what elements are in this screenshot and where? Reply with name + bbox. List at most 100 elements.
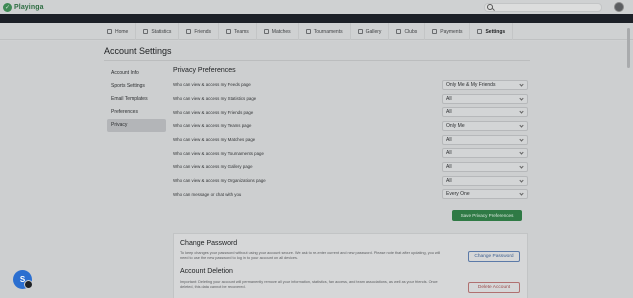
privacy-title: Privacy Preferences [173,67,236,74]
change-password-title: Change Password [180,240,238,247]
nav-item-label: Gallery [365,28,382,35]
privacy-row: Who can message or chat with you Every On… [173,188,528,202]
privacy-row-label: Who can view & access my Gallery page [173,164,253,170]
privacy-select-value: Only Me [446,122,465,129]
privacy-select[interactable]: All [442,175,528,186]
privacy-row-label: Who can view & access my Feeds page [173,82,251,88]
gallery-icon [357,29,363,34]
nav-item-label: Clubs [404,28,418,35]
delete-account-button[interactable]: Delete Account [468,282,520,293]
privacy-row-label: Who can message or chat with you [173,191,242,197]
chat-badge-icon [24,280,33,289]
home-icon [107,29,112,34]
privacy-select-value: All [446,163,452,170]
nav-item-label: Payments [440,28,463,35]
page-title: Account Settings [104,46,172,56]
nav-item-label: Settings [485,28,506,35]
sidebar-item-sports-settings[interactable]: Sports Settings [107,80,166,93]
privacy-row-label: Who can view & access my Matches page [173,137,256,143]
sidebar-item-privacy[interactable]: Privacy [107,119,166,132]
chevron-down-icon [519,150,524,155]
search-input[interactable] [484,3,602,12]
privacy-select-value: All [446,95,452,102]
nav-item-label: Friends [194,28,212,35]
sidebar-item-preferences[interactable]: Preferences [107,106,166,119]
account-deletion-title: Account Deletion [180,268,233,275]
main-nav: Home Statistics Friends Teams Matches Tournam… [0,23,633,40]
chevron-down-icon [519,164,524,169]
privacy-select-value: All [446,150,452,157]
privacy-preferences-section: Privacy Preferences Who can view & acces… [173,67,528,201]
privacy-select[interactable]: All [442,93,528,104]
save-privacy-button[interactable]: Save Privacy Preferences [452,210,522,221]
nav-item-gallery[interactable]: Gallery [351,23,390,40]
privacy-row: Who can view & access my Friends page All [173,105,528,119]
nav-item-settings[interactable]: Settings [470,23,514,40]
privacy-row-label: Who can view & access my Teams page [173,123,252,129]
nav-item-label: Home [115,28,129,35]
privacy-row-label: Who can view & access my Tournaments pag… [173,150,264,156]
nav-item-label: Tournaments [313,28,343,35]
sidebar-item-account-info[interactable]: Account Info [107,67,166,80]
nav-item-matches[interactable]: Matches [257,23,299,40]
privacy-select[interactable]: Every One [442,189,528,200]
nav-item-label: Matches [271,28,291,35]
privacy-select-value: All [446,177,452,184]
clubs-icon [396,29,402,34]
trophy-icon [305,29,311,34]
chevron-down-icon [519,178,524,183]
nav-item-label: Statistics [151,28,172,35]
settings-sidebar: Account Info Sports Settings Email Templat… [107,67,166,132]
nav-item-clubs[interactable]: Clubs [389,23,426,40]
main-content: Account Settings Account Info Sports Sett… [0,41,633,298]
chevron-down-icon [519,95,524,101]
change-password-button[interactable]: Change Password [468,251,520,262]
nav-item-statistics[interactable]: Statistics [136,23,180,40]
chart-icon [143,29,149,34]
scrollbar[interactable] [627,28,630,68]
nav-item-home[interactable]: Home [100,23,137,40]
nav-item-friends[interactable]: Friends [179,23,220,40]
teams-icon [226,29,232,34]
account-deletion-description: Important: Deleting your account will pe… [180,280,438,289]
nav-item-payments[interactable]: Payments [425,23,471,40]
privacy-select[interactable]: All [442,107,528,118]
privacy-row-label: Who can view & access my Friends page [173,109,254,115]
privacy-select-value: All [446,109,452,116]
privacy-select-value: All [446,136,452,143]
privacy-row: Who can view & access my Gallery page All [173,160,528,174]
chevron-down-icon [519,109,524,114]
avatar[interactable] [614,2,624,12]
privacy-row: Who can view & access my Teams page Only … [173,119,528,133]
logo-mark-icon: ✓ [3,2,12,12]
privacy-select[interactable]: Only Me & My Friends [442,79,528,90]
matches-icon [263,29,269,34]
nav-item-tournaments[interactable]: Tournaments [299,23,351,40]
privacy-select-value: Only Me & My Friends [446,81,496,88]
dark-banner [0,14,633,23]
chevron-down-icon [519,82,524,87]
friends-icon [186,29,192,34]
privacy-select[interactable]: All [442,161,528,172]
logo-text: Playinga [14,3,44,11]
privacy-select[interactable]: All [442,134,528,145]
privacy-row: Who can view & access my Tournaments pag… [173,146,528,160]
nav-item-teams[interactable]: Teams [219,23,257,40]
privacy-row: Who can view & access my Statistics page… [173,92,528,106]
privacy-row-label: Who can view & access my Organizations p… [173,178,266,184]
privacy-row: Who can view & access my Feeds page Only … [173,78,528,92]
chevron-down-icon [519,136,524,142]
chevron-down-icon [519,191,524,196]
privacy-select[interactable]: All [442,148,528,159]
privacy-select[interactable]: Only Me [442,120,528,131]
privacy-select-value: Every One [446,191,470,198]
sidebar-item-email-templates[interactable]: Email Templates [107,93,166,106]
app-logo[interactable]: ✓ Playinga [3,2,44,12]
account-security-panel: Change Password To keep changes your pas… [173,233,528,298]
privacy-row: Who can view & access my Organizations p… [173,174,528,188]
payments-icon [432,29,438,34]
nav-item-label: Teams [234,28,249,35]
gear-icon [477,29,483,34]
privacy-row: Who can view & access my Matches page All [173,133,528,147]
search-icon [487,4,493,10]
